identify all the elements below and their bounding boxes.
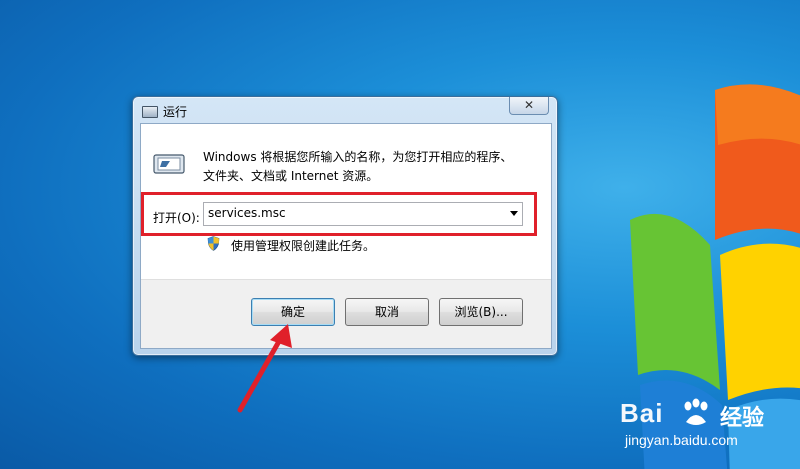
dialog-description: Windows 将根据您所输入的名称，为您打开相应的程序、 文件夹、文档或 In… [203,148,533,186]
close-button[interactable]: ✕ [509,97,549,115]
run-dialog: 运行 ✕ Windows 将根据您所输入的名称，为您打开相应的程序、 文件夹、文… [132,96,558,356]
watermark-jingyan: 经验 [720,406,765,431]
chevron-down-icon[interactable] [510,211,518,216]
description-line: Windows 将根据您所输入的名称，为您打开相应的程序、 [203,150,513,164]
baidu-watermark: Bai 经验 jingyan.baidu.com [620,398,790,458]
cancel-button[interactable]: 取消 [345,298,429,326]
close-icon: ✕ [523,98,535,112]
dialog-body: Windows 将根据您所输入的名称，为您打开相应的程序、 文件夹、文档或 In… [140,123,552,349]
open-input-value: services.msc [208,206,286,220]
description-line: 文件夹、文档或 Internet 资源。 [203,169,379,183]
open-label: 打开(O): [153,211,200,225]
browse-button[interactable]: 浏览(B)... [439,298,523,326]
desktop: 运行 ✕ Windows 将根据您所输入的名称，为您打开相应的程序、 文件夹、文… [0,0,800,469]
open-input[interactable]: services.msc [203,202,523,226]
admin-note: 使用管理权限创建此任务。 [231,239,376,253]
shield-icon [207,236,220,251]
run-icon [153,154,185,174]
paw-icon [684,398,708,425]
watermark-url: jingyan.baidu.com [625,432,738,448]
run-window-icon [142,106,158,118]
title-bar[interactable]: 运行 ✕ [133,97,557,123]
watermark-brand: Bai [620,398,664,428]
annotation-arrow-icon [237,324,292,413]
window-title: 运行 [163,105,188,119]
